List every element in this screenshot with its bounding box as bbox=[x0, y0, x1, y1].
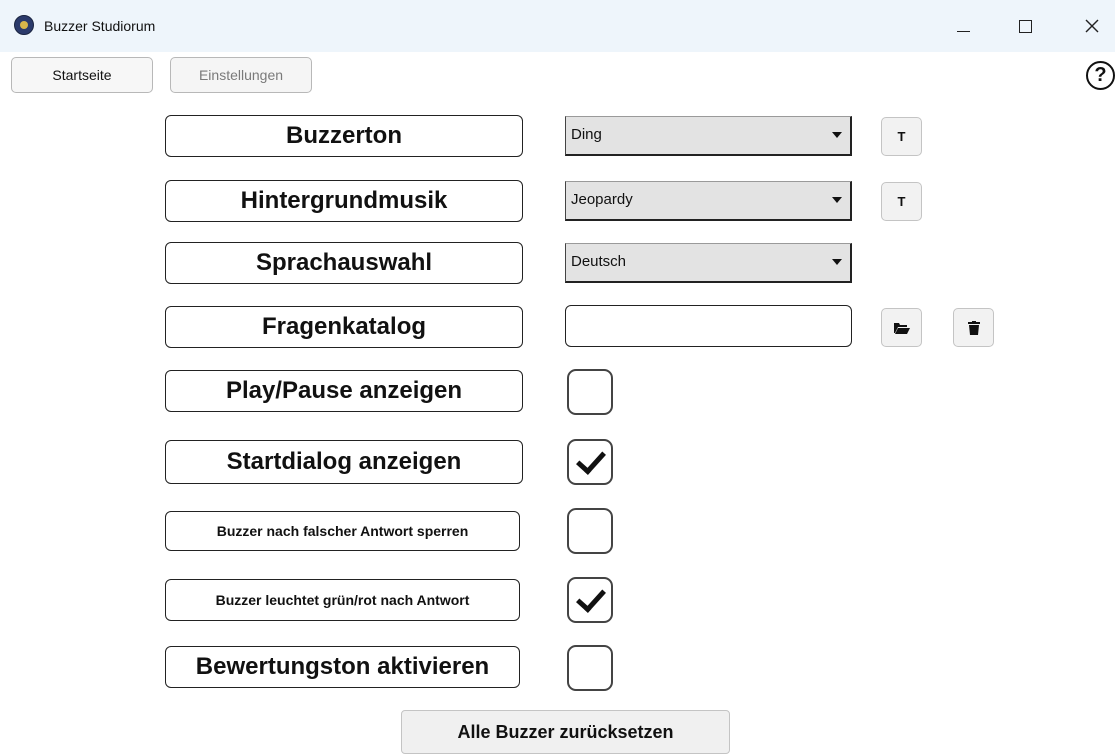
fragenkatalog-input[interactable] bbox=[565, 305, 852, 347]
buzzer-leuchtet-label: Buzzer leuchtet grün/rot nach Antwort bbox=[165, 579, 520, 621]
minimize-icon bbox=[956, 30, 970, 32]
sprachauswahl-label: Sprachauswahl bbox=[165, 242, 523, 284]
startdialog-label: Startdialog anzeigen bbox=[165, 440, 523, 484]
buzzerton-test-button[interactable]: T bbox=[881, 117, 922, 156]
einstellungen-button[interactable]: Einstellungen bbox=[170, 57, 312, 93]
startseite-button[interactable]: Startseite bbox=[11, 57, 153, 93]
buzzer-sperren-label: Buzzer nach falscher Antwort sperren bbox=[165, 511, 520, 551]
help-icon[interactable]: ? bbox=[1086, 61, 1115, 90]
alle-buzzer-zuruecksetzen-button[interactable]: Alle Buzzer zurücksetzen bbox=[401, 710, 730, 754]
trash-icon bbox=[967, 321, 980, 335]
folder-open-icon bbox=[893, 323, 910, 334]
sprachauswahl-select[interactable]: Deutsch bbox=[565, 243, 852, 283]
play-pause-checkbox[interactable] bbox=[567, 369, 613, 415]
buzzerton-label: Buzzerton bbox=[165, 115, 523, 157]
hintergrundmusik-select[interactable]: Jeopardy bbox=[565, 181, 852, 221]
buzzer-leuchtet-checkbox[interactable] bbox=[567, 577, 613, 623]
chevron-down-icon bbox=[832, 132, 842, 138]
buzzer-sperren-checkbox[interactable] bbox=[567, 508, 613, 554]
window-title: Buzzer Studiorum bbox=[44, 18, 156, 34]
bewertungston-checkbox[interactable] bbox=[567, 645, 613, 691]
minimize-button[interactable] bbox=[941, 8, 985, 44]
hintergrundmusik-test-button[interactable]: T bbox=[881, 182, 922, 221]
sprachauswahl-value: Deutsch bbox=[571, 253, 627, 270]
buzzer-logo-icon bbox=[14, 15, 34, 35]
bewertungston-label: Bewertungston aktivieren bbox=[165, 646, 520, 688]
buzzerton-value: Ding bbox=[571, 126, 602, 143]
close-icon bbox=[1085, 19, 1099, 33]
title-bar: Buzzer Studiorum bbox=[0, 0, 1115, 52]
close-button[interactable] bbox=[1070, 8, 1114, 44]
buzzerton-select[interactable]: Ding bbox=[565, 116, 852, 156]
maximize-icon bbox=[1018, 20, 1032, 33]
fragenkatalog-open-button[interactable] bbox=[881, 308, 922, 347]
fragenkatalog-label: Fragenkatalog bbox=[165, 306, 523, 348]
chevron-down-icon bbox=[832, 259, 842, 265]
maximize-button[interactable] bbox=[1003, 8, 1047, 44]
play-pause-label: Play/Pause anzeigen bbox=[165, 370, 523, 412]
chevron-down-icon bbox=[832, 197, 842, 203]
hintergrundmusik-label: Hintergrundmusik bbox=[165, 180, 523, 222]
hintergrundmusik-value: Jeopardy bbox=[571, 191, 633, 208]
startdialog-checkbox[interactable] bbox=[567, 439, 613, 485]
fragenkatalog-delete-button[interactable] bbox=[953, 308, 994, 347]
